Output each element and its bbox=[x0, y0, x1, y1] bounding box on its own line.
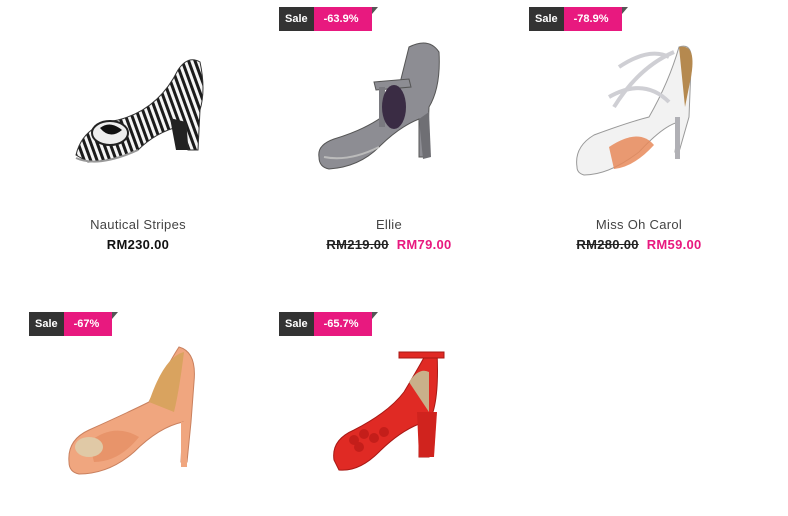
sale-label: Sale bbox=[279, 7, 314, 31]
original-price: RM280.00 bbox=[576, 237, 639, 252]
product-image[interactable]: Sale -78.9% bbox=[529, 7, 749, 207]
product-image[interactable] bbox=[28, 10, 248, 210]
product-image[interactable]: Sale -65.7% bbox=[279, 312, 499, 512]
discount-label: -78.9% bbox=[563, 7, 628, 31]
sale-badge: Sale -65.7% bbox=[279, 312, 378, 336]
sale-badge: Sale -78.9% bbox=[529, 7, 628, 31]
current-price: RM230.00 bbox=[106, 237, 170, 252]
product-price: RM230.00 bbox=[28, 237, 248, 252]
sale-badge: Sale -63.9% bbox=[279, 7, 378, 31]
sale-label: Sale bbox=[29, 312, 64, 336]
product-name[interactable]: Nautical Stripes bbox=[28, 217, 248, 232]
product-name[interactable]: Ellie bbox=[279, 217, 499, 232]
discount-label: -63.9% bbox=[313, 7, 378, 31]
product-image[interactable]: Sale -67% bbox=[29, 312, 249, 512]
discount-label: -67% bbox=[63, 312, 118, 336]
original-price: RM219.00 bbox=[326, 237, 389, 252]
product-price: RM280.00 RM59.00 bbox=[529, 237, 749, 252]
sale-price: RM59.00 bbox=[646, 237, 702, 252]
product-name[interactable]: Miss Oh Carol bbox=[529, 217, 749, 232]
discount-label: -65.7% bbox=[313, 312, 378, 336]
sale-label: Sale bbox=[529, 7, 564, 31]
sale-badge: Sale -67% bbox=[29, 312, 118, 336]
sale-price: RM79.00 bbox=[396, 237, 452, 252]
product-price: RM219.00 RM79.00 bbox=[279, 237, 499, 252]
sale-label: Sale bbox=[279, 312, 314, 336]
product-image[interactable]: Sale -63.9% bbox=[279, 7, 499, 207]
